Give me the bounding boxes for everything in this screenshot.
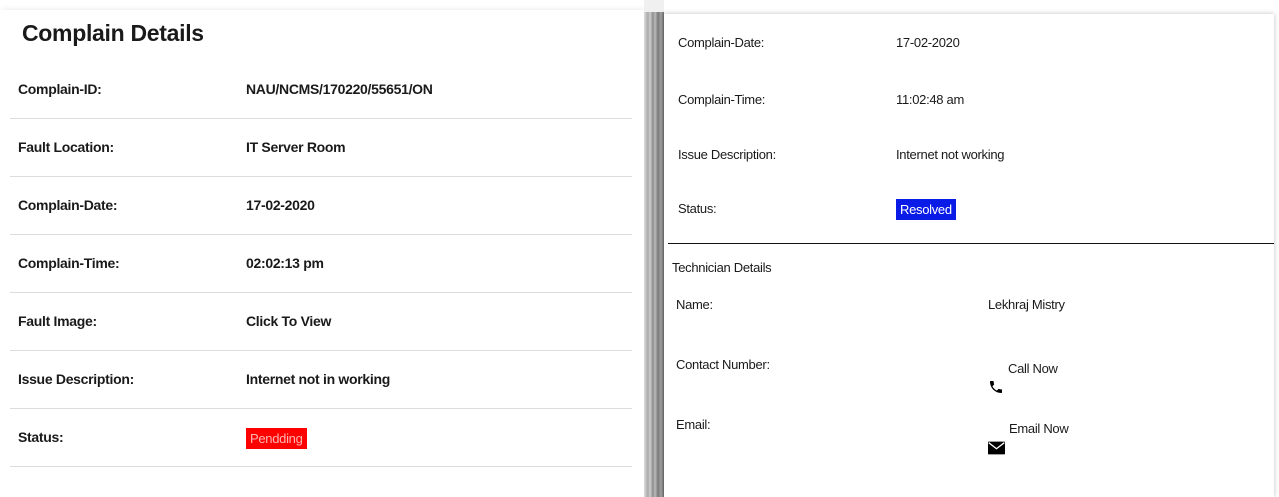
email-now-label: Email Now	[1009, 420, 1069, 436]
r-issue-description-row: Issue Description: Internet not working	[678, 126, 1268, 184]
issue-description-label: Issue Description:	[18, 371, 134, 387]
complain-time-row: Complain-Time: 02:02:13 pm	[10, 234, 632, 293]
fault-image-row: Fault Image: Click To View	[10, 292, 632, 351]
technician-heading: Technician Details	[672, 260, 772, 275]
fault-location-value: IT Server Room	[246, 139, 346, 155]
section-divider	[668, 243, 1274, 244]
panel-gap-top	[644, 0, 664, 12]
complain-date-row: Complain-Date: 17-02-2020	[10, 176, 632, 235]
r-complain-date-label: Complain-Date:	[678, 35, 765, 50]
status-badge-pending: Pendding	[246, 427, 307, 449]
r-issue-description-label: Issue Description:	[678, 147, 776, 162]
call-now-button[interactable]: Call Now	[988, 337, 1058, 395]
complain-date-value: 17-02-2020	[246, 197, 315, 213]
page-title: Complain Details	[22, 20, 204, 46]
screenshot: Complain Details Complain-ID: NAU/NCMS/1…	[0, 0, 1279, 497]
technician-name-label: Name:	[676, 297, 713, 312]
r-status-row: Status: Resolved	[678, 180, 1268, 238]
issue-description-value: Internet not in working	[246, 371, 390, 387]
complain-id-row: Complain-ID: NAU/NCMS/170220/55651/ON	[10, 60, 632, 119]
complain-id-value: NAU/NCMS/170220/55651/ON	[246, 81, 433, 97]
r-complain-time-label: Complain-Time:	[678, 92, 766, 107]
contact-action-wrap: Call Now	[988, 336, 1058, 395]
envelope-icon	[988, 441, 1005, 454]
phone-icon	[990, 380, 1002, 393]
complaint-technician-panel: Complain-Date: 17-02-2020 Complain-Time:…	[664, 14, 1274, 497]
r-status-label: Status:	[678, 201, 717, 216]
technician-name-value: Lekhraj Mistry	[988, 297, 1065, 312]
email-now-button[interactable]: Email Now	[988, 397, 1069, 455]
panel-gap	[644, 0, 664, 497]
r-complain-time-value: 11:02:48 am	[896, 92, 965, 107]
status-row: Status: Pendding	[10, 408, 632, 467]
r-complain-date-value: 17-02-2020	[896, 35, 960, 50]
complain-id-label: Complain-ID:	[18, 81, 102, 97]
complain-date-label: Complain-Date:	[18, 197, 118, 213]
complain-details-panel: Complain Details Complain-ID: NAU/NCMS/1…	[0, 10, 644, 497]
status-value: Pendding	[246, 408, 307, 466]
status-badge-resolved: Resolved	[896, 199, 956, 221]
fault-location-row: Fault Location: IT Server Room	[10, 118, 632, 177]
complain-time-label: Complain-Time:	[18, 255, 120, 271]
call-now-label: Call Now	[1008, 360, 1058, 376]
r-status-value: Resolved	[896, 180, 956, 238]
r-issue-description-value: Internet not working	[896, 147, 1005, 162]
r-complain-date-row: Complain-Date: 17-02-2020	[678, 14, 1268, 72]
r-complain-time-row: Complain-Time: 11:02:48 am	[678, 71, 1268, 129]
technician-email-row: Email: Email Now	[676, 396, 1268, 454]
fault-image-link[interactable]: Click To View	[246, 292, 331, 350]
fault-image-label: Fault Image:	[18, 313, 97, 329]
complain-time-value: 02:02:13 pm	[246, 255, 324, 271]
contact-number-label: Contact Number:	[676, 357, 770, 372]
fault-location-label: Fault Location:	[18, 139, 114, 155]
email-action-wrap: Email Now	[988, 396, 1069, 455]
technician-contact-row: Contact Number: Call Now	[676, 336, 1268, 394]
issue-description-row: Issue Description: Internet not in worki…	[10, 350, 632, 409]
status-label: Status:	[18, 429, 64, 445]
technician-name-row: Name: Lekhraj Mistry	[676, 276, 1268, 334]
email-label: Email:	[676, 417, 711, 432]
